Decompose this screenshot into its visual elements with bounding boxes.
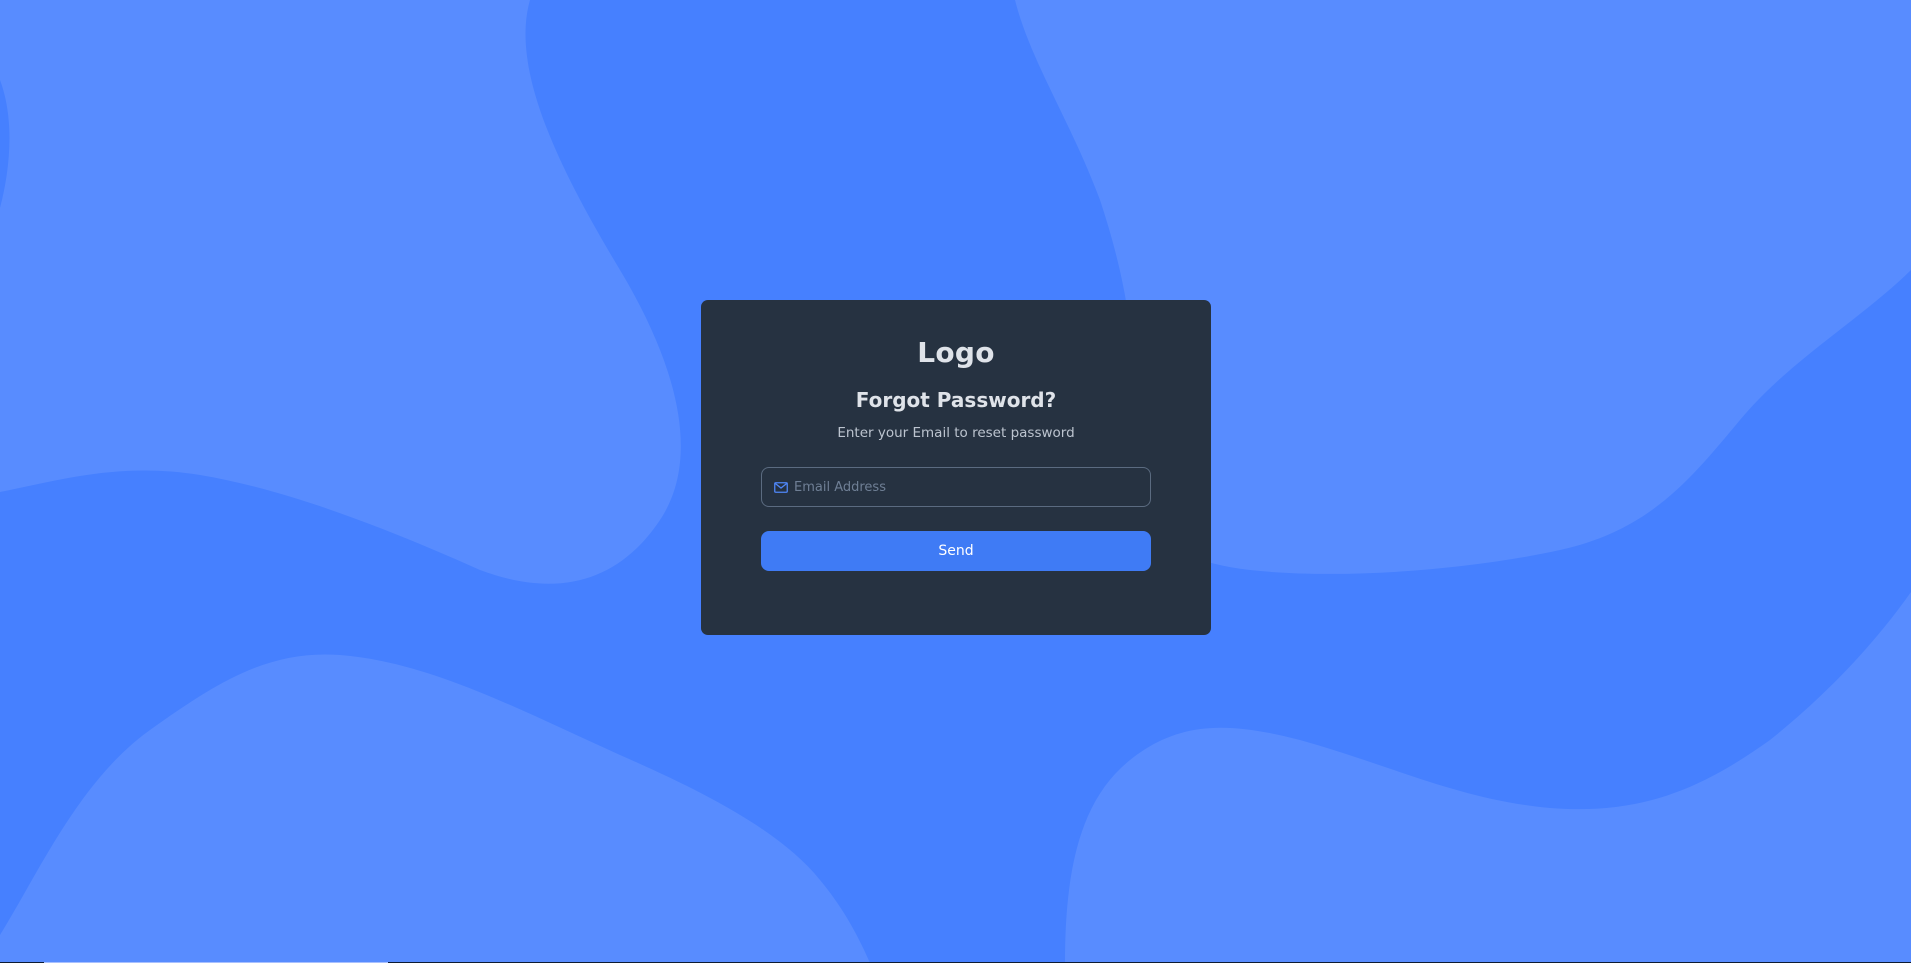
email-input[interactable] (790, 469, 1150, 505)
page-subtitle: Enter your Email to reset password (837, 425, 1075, 441)
send-button[interactable]: Send (761, 531, 1151, 571)
background-blob-top-left (0, 0, 681, 584)
background-blob-bottom-left (0, 654, 870, 963)
background-blob-bottom-right (1065, 592, 1911, 963)
page-title: Forgot Password? (855, 388, 1057, 412)
forgot-password-page: Logo Forgot Password? Enter your Email t… (0, 0, 1911, 963)
mail-icon (773, 481, 788, 493)
forgot-password-card: Logo Forgot Password? Enter your Email t… (701, 300, 1211, 635)
logo: Logo (917, 336, 995, 369)
email-field[interactable] (761, 467, 1151, 507)
